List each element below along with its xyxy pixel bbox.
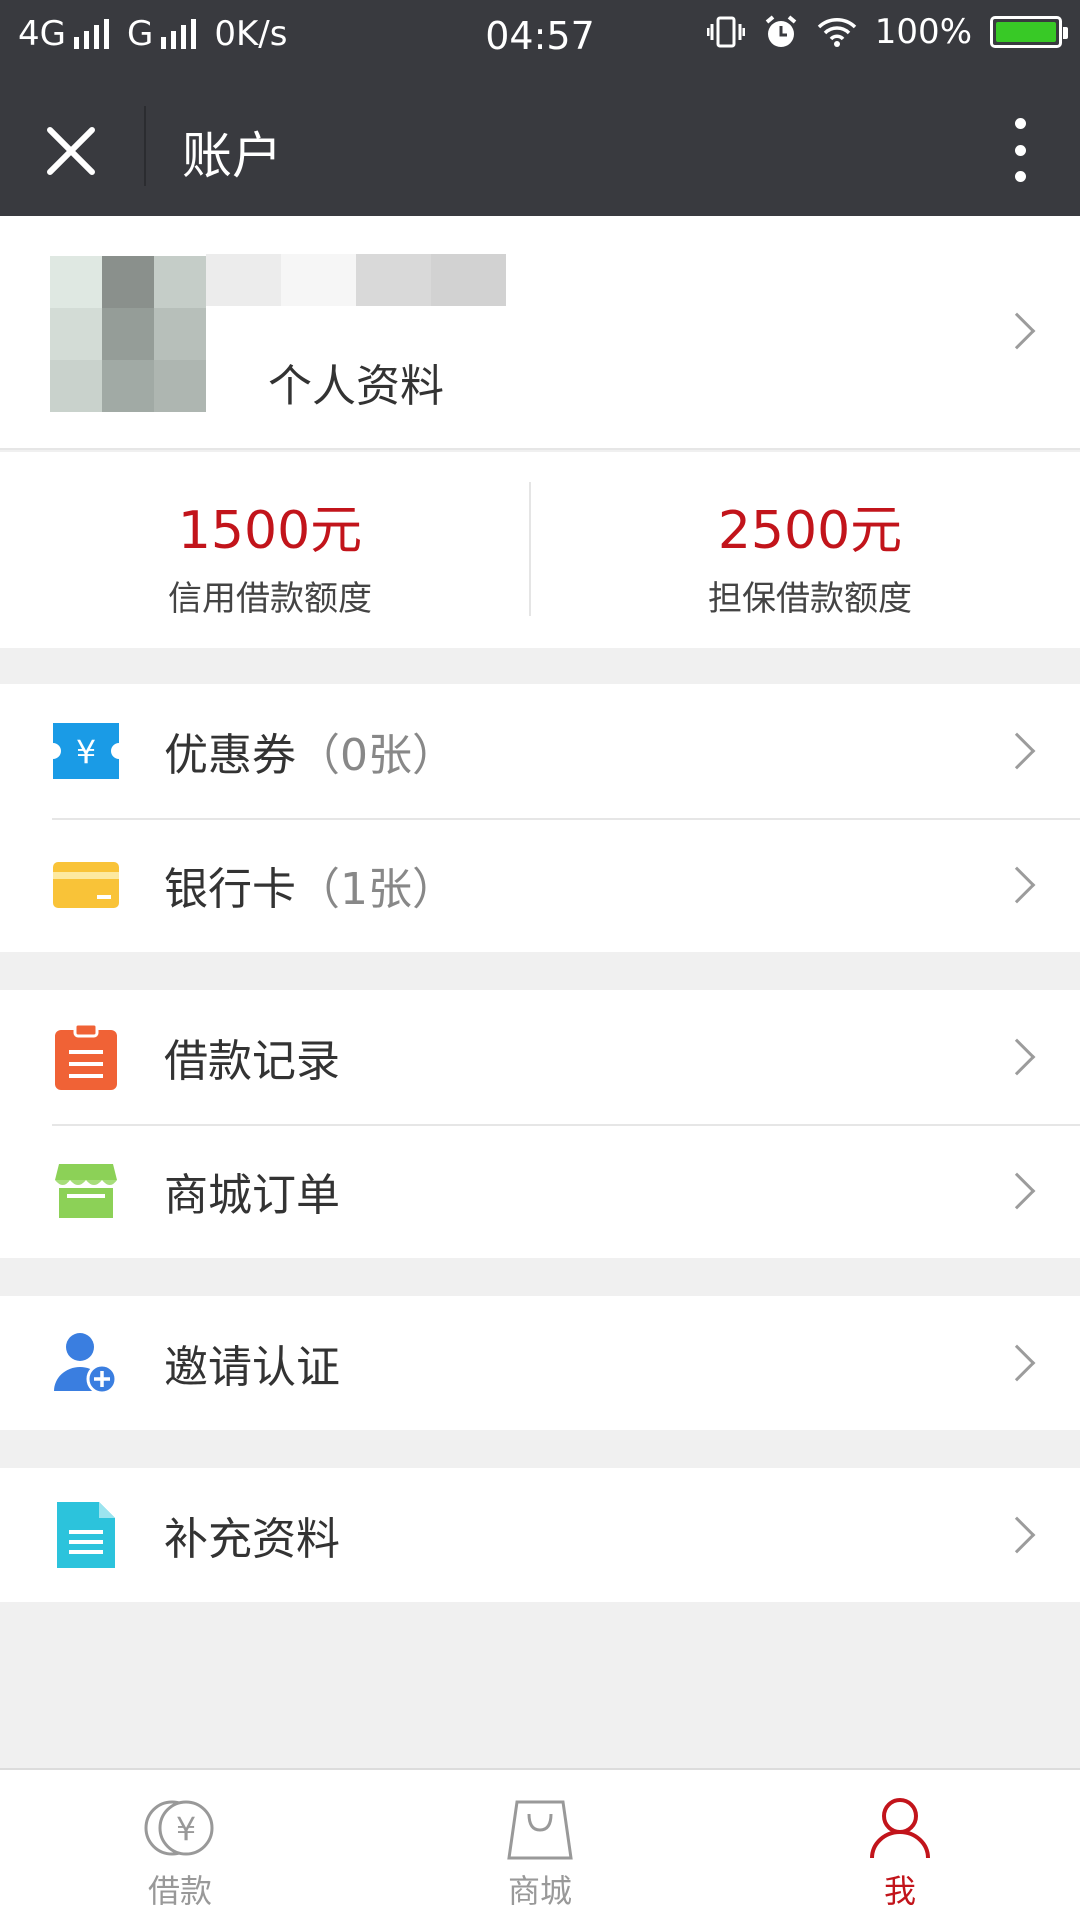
tab-loan-label: 借款 bbox=[147, 1872, 212, 1910]
yuan-coin-icon: ¥ bbox=[144, 1800, 214, 1856]
battery-icon bbox=[990, 16, 1068, 48]
title-divider bbox=[144, 106, 146, 186]
tab-me-label: 我 bbox=[883, 1872, 916, 1910]
supplement-info-label: 补充资料 bbox=[164, 1514, 340, 1565]
chevron-right-icon bbox=[998, 1172, 1036, 1210]
chevron-right-icon bbox=[998, 732, 1036, 770]
chevron-right-icon bbox=[998, 1516, 1036, 1554]
orders-group: 借款记录 商城订单 bbox=[0, 990, 1080, 1258]
coupons-row[interactable]: ¥ 优惠券（0张） bbox=[0, 684, 1080, 818]
alarm-icon bbox=[765, 15, 797, 47]
store-icon bbox=[52, 1157, 120, 1225]
username-blurred bbox=[206, 254, 506, 306]
supplement-group: 补充资料 bbox=[0, 1468, 1080, 1602]
credit-quota: 1500元 信用借款额度 bbox=[0, 452, 540, 648]
avatar bbox=[50, 256, 206, 412]
guarantee-quota: 2500元 担保借款额度 bbox=[540, 452, 1080, 648]
svg-text:¥: ¥ bbox=[76, 733, 96, 771]
supplement-info-row[interactable]: 补充资料 bbox=[0, 1468, 1080, 1602]
invite-group: 邀请认证 bbox=[0, 1296, 1080, 1430]
shopping-bag-icon bbox=[507, 1800, 573, 1860]
mall-orders-label: 商城订单 bbox=[164, 1170, 340, 1221]
status-icons: 100% bbox=[706, 12, 1068, 52]
chevron-right-icon bbox=[998, 866, 1036, 904]
mall-orders-row[interactable]: 商城订单 bbox=[0, 1124, 1080, 1258]
bank-cards-row[interactable]: 银行卡（1张） bbox=[0, 818, 1080, 952]
bottom-tab-bar: ¥ 借款 商城 我 bbox=[0, 1768, 1080, 1920]
user-icon bbox=[870, 1798, 930, 1859]
battery-percent: 100% bbox=[874, 12, 972, 52]
close-button[interactable] bbox=[36, 116, 106, 186]
more-dot-icon bbox=[1014, 118, 1026, 129]
chevron-right-icon bbox=[998, 312, 1036, 350]
wallet-group: ¥ 优惠券（0张） 银行卡（1张） bbox=[0, 684, 1080, 952]
loan-records-label: 借款记录 bbox=[164, 1036, 340, 1087]
document-icon bbox=[52, 1501, 120, 1569]
tab-loan[interactable]: ¥ 借款 bbox=[0, 1770, 360, 1920]
guarantee-quota-label: 担保借款额度 bbox=[708, 579, 912, 619]
invite-verify-label: 邀请认证 bbox=[164, 1342, 340, 1393]
clipboard-icon bbox=[52, 1023, 120, 1091]
invite-verify-row[interactable]: 邀请认证 bbox=[0, 1296, 1080, 1430]
tab-mall[interactable]: 商城 bbox=[360, 1770, 720, 1920]
credit-quota-label: 信用借款额度 bbox=[168, 579, 372, 619]
guarantee-quota-amount: 2500元 bbox=[717, 501, 903, 561]
page-title: 账户 bbox=[182, 127, 282, 185]
coupons-count: （0张） bbox=[296, 730, 456, 781]
bank-card-icon bbox=[52, 851, 120, 919]
profile-label: 个人资料 bbox=[268, 361, 444, 412]
title-bar: 账户 bbox=[0, 76, 1080, 216]
loan-quota-panel: 1500元 信用借款额度 2500元 担保借款额度 bbox=[0, 452, 1080, 648]
coupon-icon: ¥ bbox=[52, 717, 120, 785]
tab-me[interactable]: 我 bbox=[720, 1770, 1080, 1920]
tab-mall-label: 商城 bbox=[507, 1872, 572, 1910]
svg-text:¥: ¥ bbox=[176, 1810, 196, 1848]
add-user-icon bbox=[52, 1329, 120, 1397]
bank-cards-label: 银行卡（1张） bbox=[164, 864, 456, 915]
close-icon bbox=[47, 127, 95, 175]
coupons-label: 优惠券（0张） bbox=[164, 730, 456, 781]
more-dot-icon bbox=[1014, 171, 1026, 182]
credit-quota-amount: 1500元 bbox=[177, 501, 363, 561]
chevron-right-icon bbox=[998, 1038, 1036, 1076]
more-options-button[interactable] bbox=[1000, 110, 1040, 190]
quota-divider bbox=[529, 482, 531, 616]
bank-cards-count: （1张） bbox=[296, 864, 456, 915]
more-dot-icon bbox=[1014, 144, 1026, 156]
profile-row[interactable]: 个人资料 bbox=[0, 216, 1080, 450]
vibrate-icon bbox=[706, 16, 745, 48]
status-bar: 4G G 0K/s 04:57 100% bbox=[0, 0, 1080, 76]
wifi-icon bbox=[817, 18, 857, 47]
chevron-right-icon bbox=[998, 1344, 1036, 1382]
loan-records-row[interactable]: 借款记录 bbox=[0, 990, 1080, 1124]
